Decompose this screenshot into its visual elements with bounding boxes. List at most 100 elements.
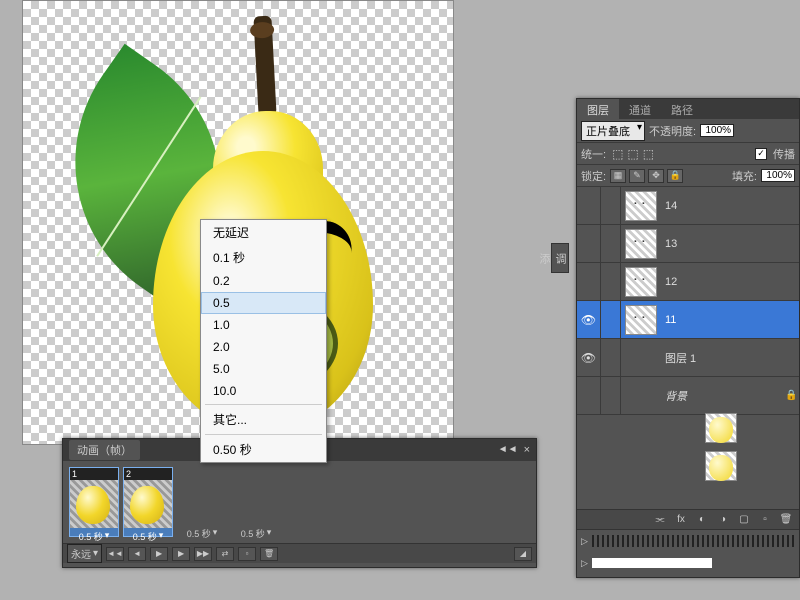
layer-name-label[interactable]: 12 xyxy=(661,276,785,288)
panel-tab-0[interactable]: 图层 xyxy=(577,99,619,119)
panel-close-icon[interactable]: × xyxy=(524,444,530,456)
collapsed-side-panel[interactable]: 调 添 xyxy=(551,243,569,273)
layer-visibility-toggle[interactable]: 👁 xyxy=(577,301,601,338)
lock-label: 锁定: xyxy=(581,168,606,184)
layer-link-column[interactable] xyxy=(601,263,621,300)
layers-panel-tabs: 图层通道路径 xyxy=(577,99,799,119)
opacity-input[interactable]: 100% xyxy=(700,124,734,137)
loop-mode-label: 永远 xyxy=(71,546,91,561)
layer-item-3[interactable]: 👁 11 xyxy=(577,301,799,339)
adjustment-layer-icon[interactable]: ◑ xyxy=(715,514,731,525)
layer-thumbnail[interactable] xyxy=(625,305,657,335)
collapse-arrows-icon[interactable]: ◄◄ xyxy=(498,444,518,456)
layer-item-0[interactable]: 14 xyxy=(577,187,799,225)
timeline-expand-icon-2[interactable]: ▷ xyxy=(581,558,588,569)
layer-name-label[interactable]: 图层 1 xyxy=(661,350,785,366)
delay-option-2[interactable]: 0.2 xyxy=(201,270,326,292)
timeline-expand-icon[interactable]: ▷ xyxy=(581,536,588,547)
prev-frame-button[interactable]: ◄ xyxy=(128,547,146,561)
layer-name-label[interactable]: 13 xyxy=(661,238,785,250)
panel-resize-handle[interactable]: ◢ xyxy=(514,547,532,561)
stem-shape xyxy=(253,16,276,117)
layer-thumbnail[interactable] xyxy=(625,191,657,221)
delay-option-4[interactable]: 1.0 xyxy=(201,314,326,336)
layer-link-column[interactable] xyxy=(601,225,621,262)
lock-all-icon[interactable]: 🔒 xyxy=(667,169,683,183)
next-frame-button[interactable]: ▶ xyxy=(172,547,190,561)
layer-visibility-toggle[interactable]: 👁 xyxy=(577,339,601,376)
lock-position-icon[interactable]: ✥ xyxy=(648,169,664,183)
propagate-checkbox[interactable]: ✓ xyxy=(755,148,767,160)
timeline-bars xyxy=(592,535,795,547)
delete-frame-button[interactable]: 🗑 xyxy=(260,547,278,561)
layer-link-column[interactable] xyxy=(601,377,621,414)
layer-link-column[interactable] xyxy=(601,187,621,224)
layers-blend-row: 正片叠底 不透明度: 100% xyxy=(577,119,799,143)
layer-name-label[interactable]: 14 xyxy=(661,200,785,212)
animation-tab[interactable]: 动画（帧） xyxy=(69,440,140,460)
side-panel-label-1: 调 xyxy=(554,253,566,264)
loop-mode-select[interactable]: 永远 ▾ xyxy=(67,544,102,563)
frame-delay-label[interactable]: 0.5 秒▾ xyxy=(70,528,118,545)
layers-lock-row: 锁定: ▦ ✎ ✥ 🔒 填充: 100% xyxy=(577,165,799,187)
layer-fx-icon[interactable]: fx xyxy=(673,514,689,525)
unify-position-icon[interactable]: ⬚ xyxy=(612,147,623,161)
layer-mask-icon[interactable]: ◐ xyxy=(694,514,710,525)
tween-button[interactable]: ⇄ xyxy=(216,547,234,561)
layers-panel: 图层通道路径 正片叠底 不透明度: 100% 统一: ⬚ ⬚ ⬚ ✓ 传播 锁定… xyxy=(576,98,800,578)
layers-unify-row: 统一: ⬚ ⬚ ⬚ ✓ 传播 xyxy=(577,143,799,165)
layer-thumbnail[interactable] xyxy=(625,229,657,259)
layer-name-label[interactable]: 背景 xyxy=(661,388,785,404)
layer-item-2[interactable]: 12 xyxy=(577,263,799,301)
play-button[interactable]: ▶ xyxy=(150,547,168,561)
unify-label: 统一: xyxy=(581,146,606,162)
layer-visibility-toggle[interactable] xyxy=(577,377,601,414)
unify-visibility-icon[interactable]: ⬚ xyxy=(627,147,638,161)
panel-tab-1[interactable]: 通道 xyxy=(619,99,661,119)
layer-thumbnail[interactable] xyxy=(705,413,737,443)
frame-thumbnail xyxy=(124,480,172,528)
frame-delay-label[interactable]: 0.5 秒▾ xyxy=(124,528,172,545)
unify-style-icon[interactable]: ⬚ xyxy=(643,147,654,161)
fill-label: 填充: xyxy=(732,168,757,184)
layer-item-5[interactable]: 背景🔒 xyxy=(577,377,799,415)
new-layer-icon[interactable]: ▫ xyxy=(757,514,773,525)
layer-visibility-toggle[interactable] xyxy=(577,187,601,224)
layer-item-4[interactable]: 👁 图层 1 xyxy=(577,339,799,377)
layer-link-column[interactable] xyxy=(601,339,621,376)
delay-option-7[interactable]: 10.0 xyxy=(201,380,326,402)
delay-option-0[interactable]: 无延迟 xyxy=(201,220,326,245)
dropdown-arrow-icon: ▾ xyxy=(105,530,110,543)
layer-link-column[interactable] xyxy=(601,301,621,338)
panel-tab-2[interactable]: 路径 xyxy=(661,99,703,119)
delay-current-value[interactable]: 0.50 秒 xyxy=(201,437,326,462)
fill-input[interactable]: 100% xyxy=(761,169,795,182)
frame-number: 2 xyxy=(124,468,172,480)
delay-option-6[interactable]: 5.0 xyxy=(201,358,326,380)
delay-other-option[interactable]: 其它... xyxy=(201,407,326,432)
delay-option-3[interactable]: 0.5 xyxy=(201,292,326,314)
layer-list: 14 13 12 👁 11 👁 图层 1 背景🔒 xyxy=(577,187,799,517)
delete-layer-icon[interactable]: 🗑 xyxy=(778,514,794,525)
layer-group-icon[interactable]: ▢ xyxy=(736,514,752,525)
link-layers-icon[interactable]: ⫘ xyxy=(652,514,668,525)
propagate-label: 传播 xyxy=(773,146,795,162)
animation-frame-2[interactable]: 20.5 秒▾ xyxy=(123,467,173,537)
layer-thumbnail[interactable] xyxy=(625,267,657,297)
frame-delay-label: 0.5 秒▾ xyxy=(231,525,281,542)
delay-option-5[interactable]: 2.0 xyxy=(201,336,326,358)
last-frame-button[interactable]: ▶▶ xyxy=(194,547,212,561)
layer-visibility-toggle[interactable] xyxy=(577,225,601,262)
lock-pixels-icon[interactable]: ✎ xyxy=(629,169,645,183)
layer-thumbnail[interactable] xyxy=(705,451,737,481)
blend-mode-select[interactable]: 正片叠底 xyxy=(581,121,645,141)
animation-frame-1[interactable]: 10.5 秒▾ xyxy=(69,467,119,537)
duplicate-frame-button[interactable]: ▫ xyxy=(238,547,256,561)
lock-transparency-icon[interactable]: ▦ xyxy=(610,169,626,183)
layer-name-label[interactable]: 11 xyxy=(661,314,785,326)
animation-panel-footer: 永远 ▾ ◄◄ ◄ ▶ ▶ ▶▶ ⇄ ▫ 🗑 ◢ xyxy=(63,543,536,563)
delay-option-1[interactable]: 0.1 秒 xyxy=(201,245,326,270)
layer-visibility-toggle[interactable] xyxy=(577,263,601,300)
first-frame-button[interactable]: ◄◄ xyxy=(106,547,124,561)
layer-item-1[interactable]: 13 xyxy=(577,225,799,263)
